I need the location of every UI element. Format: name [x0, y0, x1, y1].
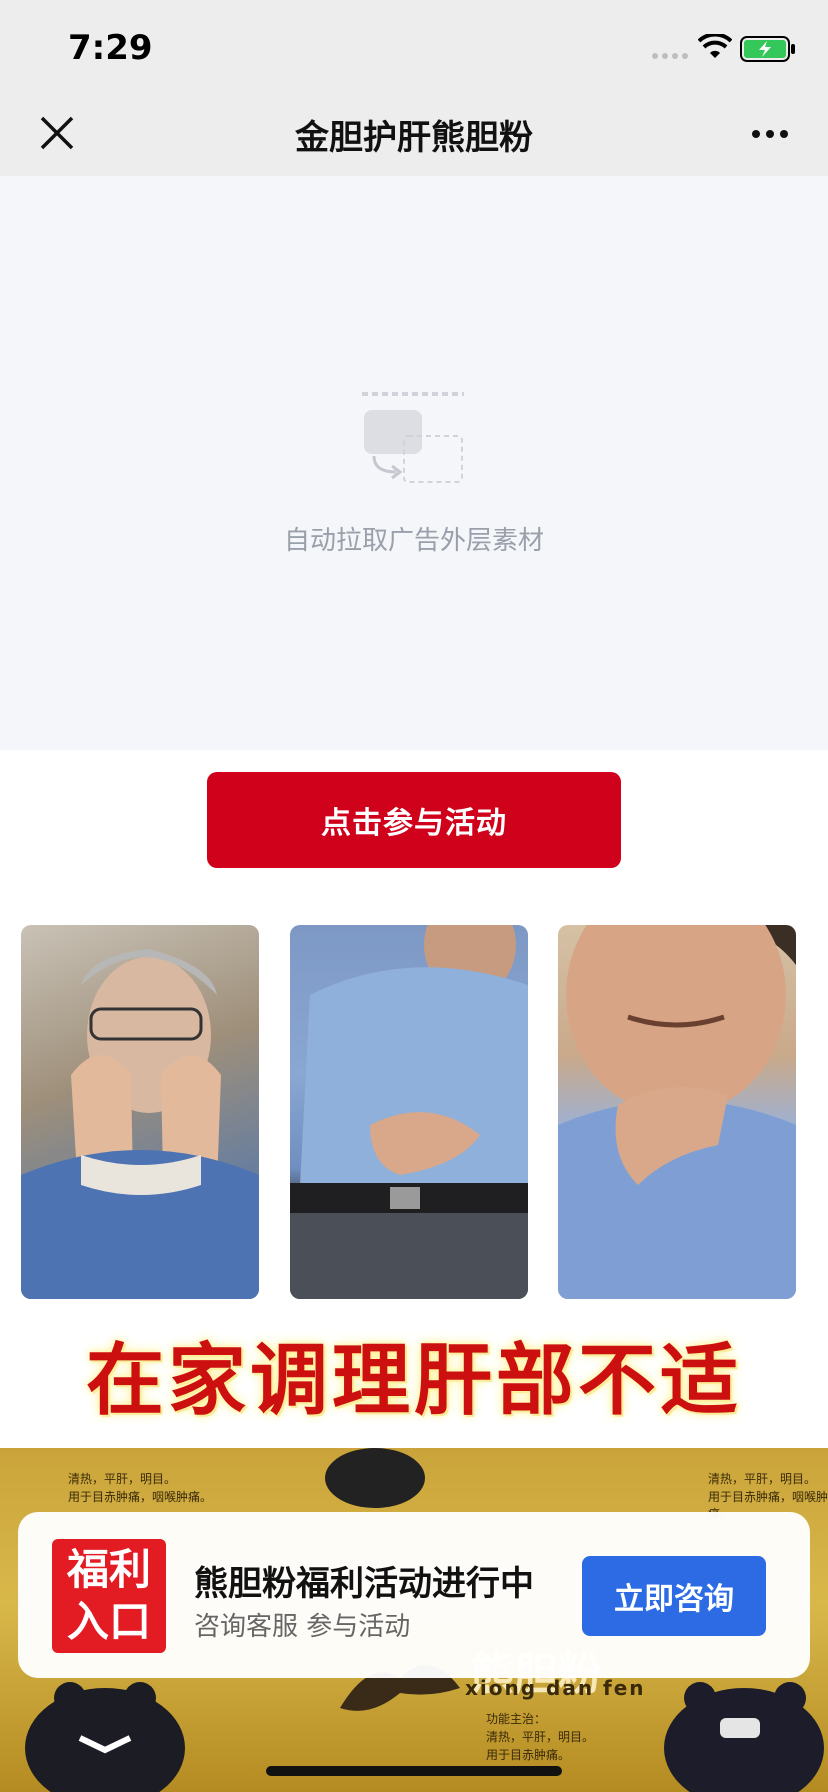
- bear-illustration: [25, 1682, 185, 1792]
- promo-card[interactable]: 福利 入口 熊胆粉福利活动进行中 咨询客服 参与活动 立即咨询: [18, 1512, 810, 1678]
- ad-photo-stomach[interactable]: [290, 925, 528, 1299]
- product-name-pinyin: xiong dan fen: [465, 1676, 646, 1700]
- placeholder-image-icon: [362, 392, 464, 483]
- banner-text: 清热，平肝，明目。: [708, 1472, 817, 1486]
- promo-subtitle: 咨询客服 参与活动: [194, 1612, 411, 1642]
- banner-text: 功能主治：: [486, 1712, 547, 1726]
- signal-icon: [652, 53, 688, 59]
- welfare-badge: 福利 入口: [52, 1539, 166, 1653]
- ad-photo-throat[interactable]: [558, 925, 796, 1299]
- home-indicator[interactable]: [266, 1766, 562, 1776]
- wifi-icon: [698, 34, 732, 58]
- bear-illustration: [325, 1448, 425, 1508]
- join-activity-button[interactable]: 点击参与活动: [207, 772, 621, 868]
- status-time: 7:29: [68, 28, 153, 68]
- banner-text: 清热，平肝，明目。: [486, 1730, 595, 1744]
- badge-line: 福利: [66, 1545, 151, 1594]
- badge-line: 入口: [66, 1597, 151, 1646]
- headline: 在家调理肝部不适: [85, 1336, 742, 1426]
- placeholder-text: 自动拉取广告外层素材: [283, 526, 544, 556]
- consult-button[interactable]: 立即咨询: [582, 1556, 766, 1636]
- battery-charging-icon: [740, 36, 795, 62]
- ad-photo-eyes[interactable]: [21, 925, 259, 1299]
- more-icon[interactable]: [750, 120, 790, 148]
- page-title: 金胆护肝熊胆粉: [295, 118, 533, 158]
- bear-illustration: [664, 1682, 824, 1792]
- banner-text: 清热，平肝，明目。: [68, 1472, 177, 1486]
- status-bar: 7:29: [0, 0, 828, 92]
- promo-title: 熊胆粉福利活动进行中: [194, 1564, 534, 1604]
- banner-text: 用于目赤肿痛，咽喉肿痛。: [68, 1490, 213, 1504]
- ad-placeholder: 自动拉取广告外层素材: [0, 176, 828, 750]
- nav-bar: 金胆护肝熊胆粉: [0, 92, 828, 176]
- banner-text: 用于目赤肿痛。: [486, 1748, 571, 1762]
